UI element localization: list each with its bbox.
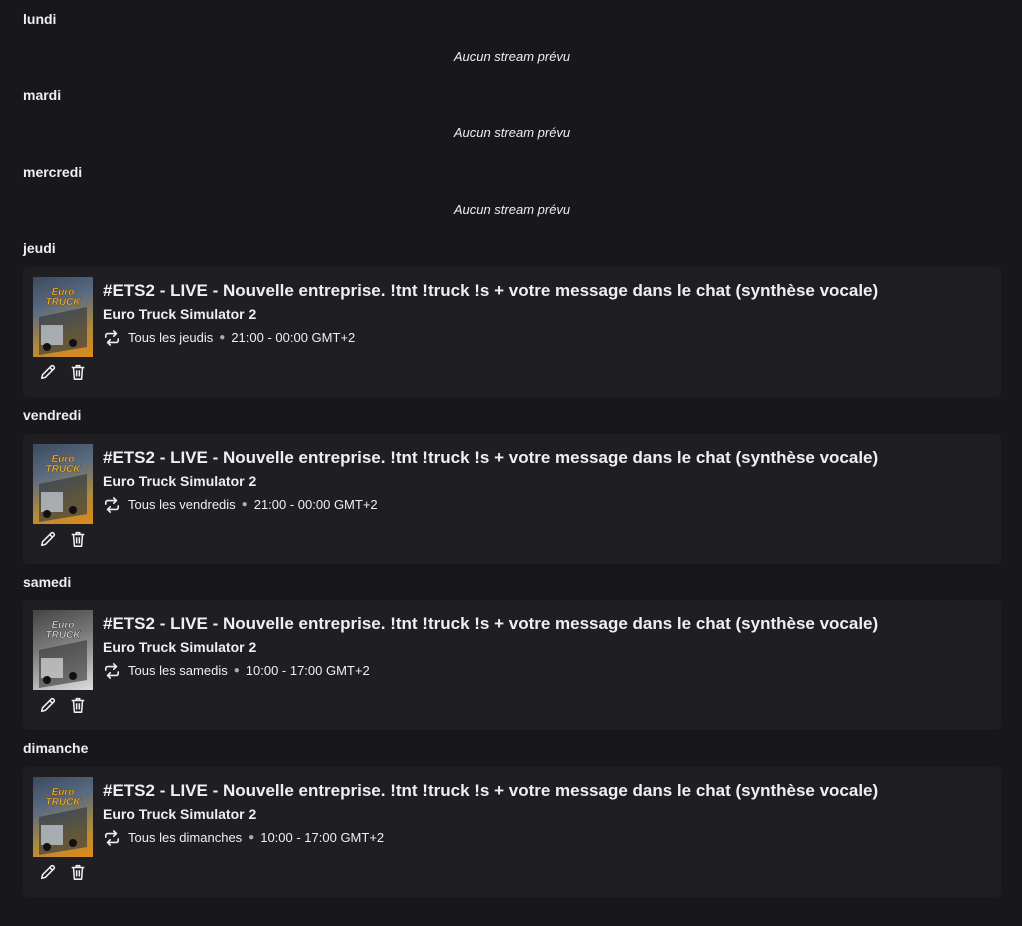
stream-title: #ETS2 - LIVE - Nouvelle entreprise. !tnt…: [103, 448, 879, 467]
game-cover-thumbnail: Euro TRUCK: [33, 277, 93, 357]
separator-dot: ●: [241, 499, 248, 510]
svg-text:TRUCK: TRUCK: [46, 630, 82, 641]
repeat-icon: [104, 830, 120, 846]
stream-card-jeudi: Euro TRUCK #ETS2 - LIVE - Nouvelle entre…: [23, 267, 1001, 397]
stream-card-vendredi: Euro TRUCK #ETS2 - LIVE - Nouvelle entre…: [23, 434, 1001, 564]
stream-schedule-info: Tous les samedis ● 10:00 - 17:00 GMT+2: [103, 663, 370, 679]
day-label-samedi: samedi: [23, 574, 72, 590]
time-range-text: 10:00 - 17:00 GMT+2: [245, 663, 370, 678]
recurrence-text: Tous les vendredis: [128, 497, 236, 512]
stream-actions: [39, 530, 87, 548]
stream-game[interactable]: Euro Truck Simulator 2: [103, 473, 256, 489]
game-cover-thumbnail: Euro TRUCK: [33, 444, 93, 524]
no-stream-message-mercredi: Aucun stream prévu: [453, 202, 571, 217]
recurrence-text: Tous les jeudis: [128, 330, 214, 345]
pencil-icon[interactable]: [39, 363, 57, 381]
game-cover-thumbnail: Euro TRUCK: [33, 777, 93, 857]
repeat-icon: [104, 330, 120, 346]
recurrence-text: Tous les samedis: [128, 663, 228, 678]
day-label-dimanche: dimanche: [23, 740, 89, 756]
recurrence-text: Tous les dimanches: [128, 830, 243, 845]
stream-game[interactable]: Euro Truck Simulator 2: [103, 806, 256, 822]
trash-icon[interactable]: [69, 696, 87, 714]
stream-card-dimanche: Euro TRUCK #ETS2 - LIVE - Nouvelle entre…: [23, 767, 1001, 897]
stream-actions: [39, 863, 87, 881]
day-label-lundi: lundi: [23, 11, 57, 27]
stream-title: #ETS2 - LIVE - Nouvelle entreprise. !tnt…: [103, 781, 879, 800]
repeat-icon: [104, 497, 120, 513]
day-label-jeudi: jeudi: [23, 240, 56, 256]
no-stream-message-mardi: Aucun stream prévu: [453, 125, 571, 140]
stream-actions: [39, 696, 87, 714]
stream-title: #ETS2 - LIVE - Nouvelle entreprise. !tnt…: [103, 281, 879, 300]
stream-title: #ETS2 - LIVE - Nouvelle entreprise. !tnt…: [103, 614, 879, 633]
stream-card-samedi: Euro TRUCK #ETS2 - LIVE - Nouvelle entre…: [23, 600, 1001, 730]
svg-text:TRUCK: TRUCK: [46, 297, 82, 308]
trash-icon[interactable]: [69, 363, 87, 381]
repeat-icon: [104, 663, 120, 679]
svg-text:TRUCK: TRUCK: [46, 464, 82, 475]
trash-icon[interactable]: [69, 863, 87, 881]
pencil-icon[interactable]: [39, 530, 57, 548]
no-stream-message-lundi: Aucun stream prévu: [453, 49, 571, 64]
stream-actions: [39, 363, 87, 381]
pencil-icon[interactable]: [39, 863, 57, 881]
time-range-text: 21:00 - 00:00 GMT+2: [253, 497, 378, 512]
stream-schedule-info: Tous les dimanches ● 10:00 - 17:00 GMT+2: [103, 830, 384, 846]
day-label-mercredi: mercredi: [23, 164, 83, 180]
stream-schedule-info: Tous les jeudis ● 21:00 - 00:00 GMT+2: [103, 330, 355, 346]
trash-icon[interactable]: [69, 530, 87, 548]
day-label-mardi: mardi: [23, 87, 62, 103]
svg-text:TRUCK: TRUCK: [46, 797, 82, 808]
stream-schedule-info: Tous les vendredis ● 21:00 - 00:00 GMT+2: [103, 497, 378, 513]
day-label-vendredi: vendredi: [23, 407, 82, 423]
time-range-text: 10:00 - 17:00 GMT+2: [260, 830, 385, 845]
stream-game[interactable]: Euro Truck Simulator 2: [103, 306, 256, 322]
pencil-icon[interactable]: [39, 696, 57, 714]
separator-dot: ●: [219, 332, 226, 343]
stream-game[interactable]: Euro Truck Simulator 2: [103, 639, 256, 655]
game-cover-thumbnail: Euro TRUCK: [33, 610, 93, 690]
separator-dot: ●: [233, 665, 240, 676]
time-range-text: 21:00 - 00:00 GMT+2: [231, 330, 356, 345]
separator-dot: ●: [248, 832, 255, 843]
